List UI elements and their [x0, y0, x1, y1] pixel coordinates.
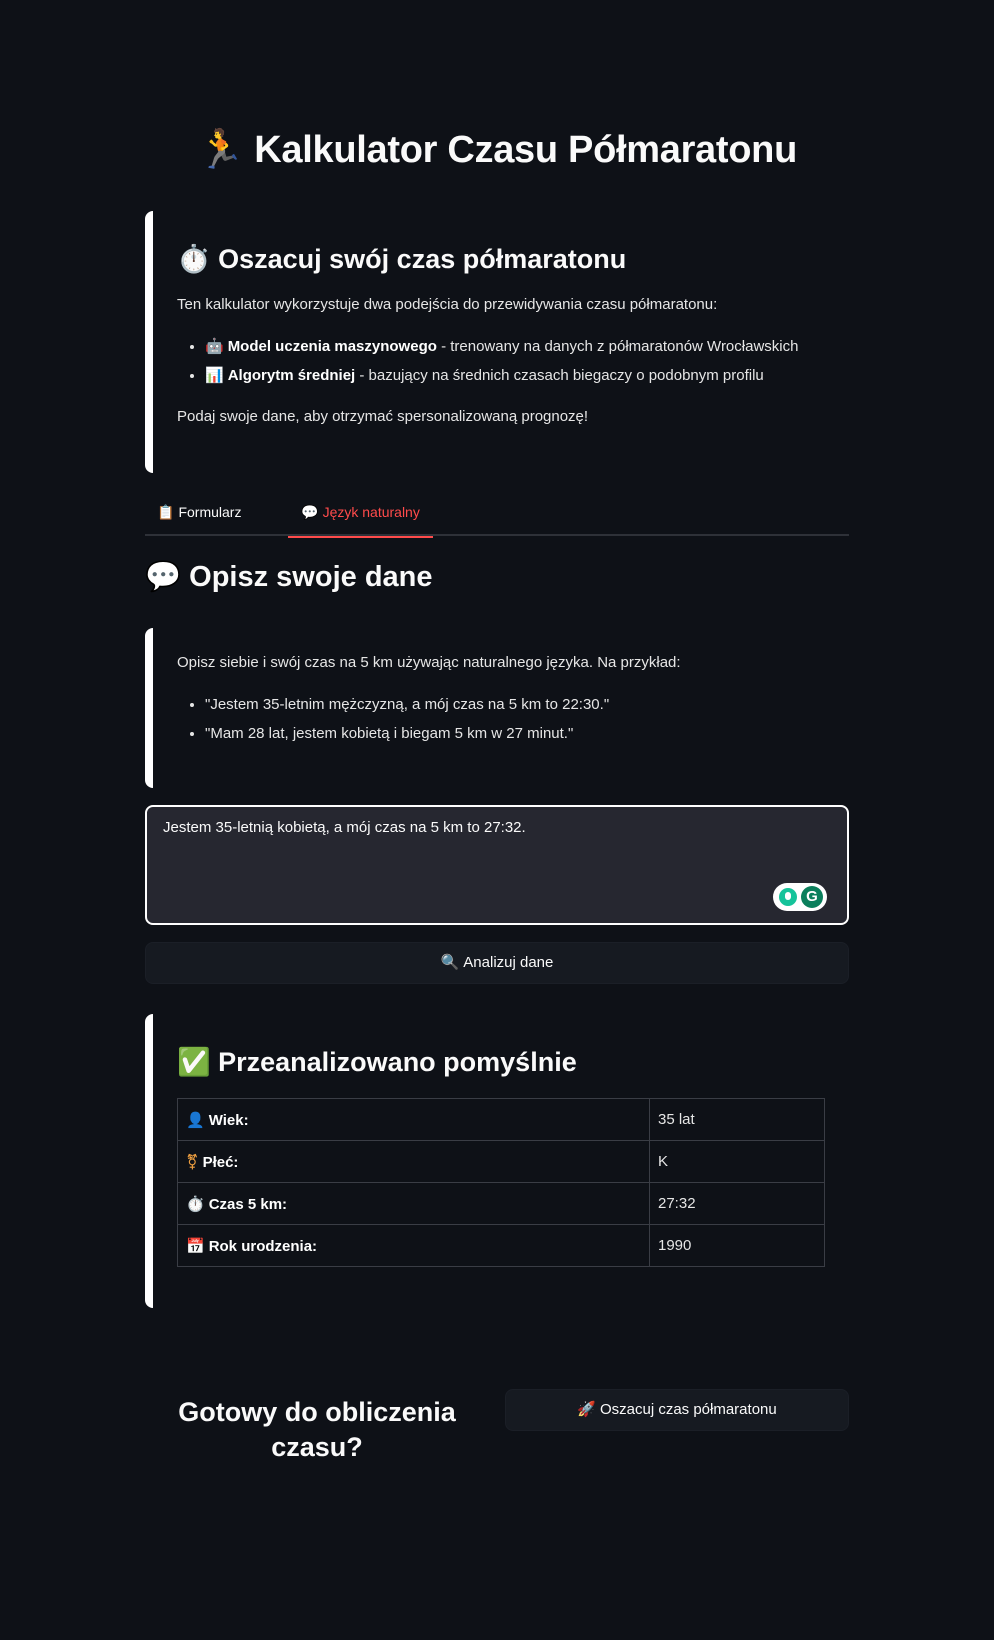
- result-label: ⚧ Płeć:: [177, 1140, 650, 1183]
- hint-card: Opisz siebie i swój czas na 5 km używają…: [145, 628, 849, 788]
- result-card: ✅ Przeanalizowano pomyślnie 👤 Wiek: 35 la…: [145, 1014, 849, 1308]
- result-label-text: Czas 5 km:: [208, 1195, 288, 1213]
- table-row: ⏱️ Czas 5 km: 27:32: [177, 1182, 825, 1225]
- grammarly-g-icon[interactable]: G: [801, 886, 823, 908]
- example-item: "Jestem 35-letnim mężczyzną, a mój czas …: [205, 690, 609, 719]
- info-card: ⏱️ Oszacuj swój czas półmaratonu Ten kal…: [145, 211, 849, 473]
- result-value: 27:32: [649, 1182, 825, 1225]
- result-label: 📅 Rok urodzenia:: [177, 1224, 650, 1267]
- result-value: K: [649, 1140, 825, 1183]
- result-label-text: Płeć:: [202, 1153, 239, 1171]
- result-table: 👤 Wiek: 35 lat ⚧ Płeć: K ⏱️ Czas 5 km: 27:3…: [177, 1098, 825, 1267]
- section-title: 💬 Opisz swoje dane: [145, 561, 433, 593]
- ready-title: Gotowy do obliczenia czasu?: [178, 1397, 456, 1462]
- magnifier-icon: 🔍: [440, 954, 460, 971]
- analyze-button-label: Analizuj dane: [463, 954, 554, 971]
- calendar-icon: 📅: [186, 1237, 205, 1255]
- estimate-button[interactable]: 🚀 Oszacuj czas półmaratonu: [505, 1389, 849, 1431]
- tab-label: Język naturalny: [322, 504, 420, 520]
- clipboard-icon: 📋: [157, 504, 175, 520]
- method-name: Model uczenia maszynowego: [227, 338, 437, 355]
- table-row: ⚧ Płeć: K: [177, 1140, 825, 1183]
- info-card-cta: Podaj swoje dane, aby otrzymać spersonal…: [177, 408, 589, 425]
- grammarly-suggestion-icon[interactable]: [779, 888, 797, 906]
- description-input-wrapper: G: [145, 805, 849, 925]
- description-input[interactable]: [147, 807, 847, 923]
- result-label: ⏱️ Czas 5 km:: [177, 1182, 650, 1225]
- result-value: 1990: [649, 1224, 825, 1267]
- result-label-text: Wiek:: [208, 1111, 249, 1129]
- gender-icon: ⚧: [186, 1153, 199, 1171]
- method-list: 🤖Model uczenia maszynowego - trenowany n…: [177, 332, 798, 390]
- stopwatch-icon: ⏱️: [186, 1195, 205, 1213]
- tab-formularz[interactable]: 📋 Formularz: [145, 490, 265, 536]
- person-icon: 👤: [186, 1111, 205, 1129]
- method-description: - trenowany na danych z półmaratonów Wro…: [436, 338, 799, 355]
- method-item-ml: 🤖Model uczenia maszynowego - trenowany n…: [205, 332, 798, 361]
- app-title: 🏃 Kalkulator Czasu Półmaratonu: [197, 129, 797, 171]
- result-heading: ✅ Przeanalizowano pomyślnie: [177, 1047, 577, 1077]
- chart-icon: 📊: [205, 367, 224, 384]
- rocket-icon: 🚀: [577, 1401, 596, 1418]
- info-card-intro: Ten kalkulator wykorzystuje dwa podejści…: [177, 296, 718, 313]
- example-item: "Mam 28 lat, jestem kobietą i biegam 5 k…: [205, 719, 609, 748]
- speech-bubble-icon: 💬: [301, 504, 319, 520]
- example-list: "Jestem 35-letnim mężczyzną, a mój czas …: [177, 690, 609, 748]
- robot-icon: 🤖: [205, 338, 224, 355]
- grammarly-widget[interactable]: G: [773, 883, 827, 911]
- result-value: 35 lat: [649, 1098, 825, 1141]
- table-row: 👤 Wiek: 35 lat: [177, 1098, 825, 1141]
- hint-intro: Opisz siebie i swój czas na 5 km używają…: [177, 654, 681, 671]
- analyze-button[interactable]: 🔍 Analizuj dane: [145, 942, 849, 984]
- method-name: Algorytm średniej: [227, 367, 356, 384]
- tab-label: Formularz: [178, 504, 242, 520]
- table-row: 📅 Rok urodzenia: 1990: [177, 1224, 825, 1267]
- method-description: - bazujący na średnich czasach biegaczy …: [355, 367, 764, 384]
- input-mode-tabs: 📋 Formularz 💬 Język naturalny: [145, 490, 849, 538]
- estimate-button-label: Oszacuj czas półmaratonu: [599, 1401, 777, 1418]
- result-label-text: Rok urodzenia:: [208, 1237, 318, 1255]
- tab-jezyk-naturalny[interactable]: 💬 Język naturalny: [288, 490, 433, 538]
- info-card-heading: ⏱️ Oszacuj swój czas półmaratonu: [177, 244, 627, 274]
- result-label: 👤 Wiek:: [177, 1098, 650, 1141]
- method-item-average: 📊Algorytm średniej - bazujący na średnic…: [205, 361, 798, 390]
